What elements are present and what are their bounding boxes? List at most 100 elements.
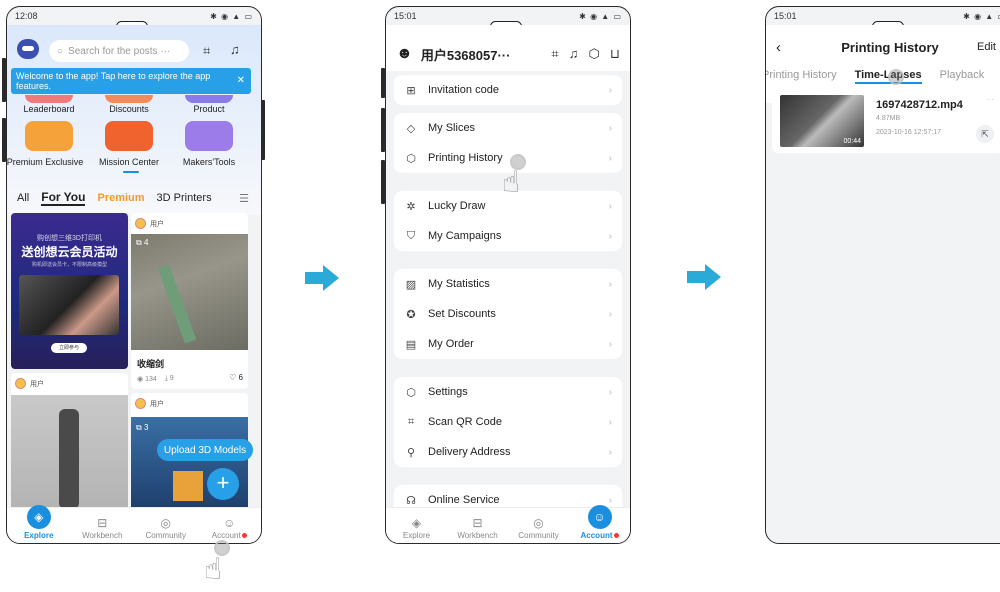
workbench-icon: ⊟	[97, 516, 108, 530]
bell-icon[interactable]: ♫	[569, 46, 579, 62]
post-card-2[interactable]: 用户	[11, 373, 128, 513]
nav-explore[interactable]: ◈ Explore	[386, 508, 447, 543]
menu-settings[interactable]: ⬡ Settings ›	[394, 377, 622, 407]
category-discounts[interactable]: Discounts	[89, 104, 169, 114]
nav-explore[interactable]: ◈ Explore	[7, 505, 71, 543]
category-mission-center[interactable]: Mission Center	[89, 157, 169, 167]
nav-workbench[interactable]: ⊟ Workbench	[71, 508, 135, 543]
arrow-right-icon	[305, 265, 339, 291]
menu-label: Delivery Address	[428, 446, 511, 458]
edit-button[interactable]: Edit	[977, 41, 996, 53]
menu-my-slices[interactable]: ◇ My Slices ›	[394, 113, 622, 143]
post-author: 用户	[135, 218, 164, 229]
upload-tooltip: Upload 3D Models	[157, 439, 253, 461]
nav-community[interactable]: ◎ Community	[508, 508, 569, 543]
tab-playback[interactable]: Playback	[940, 69, 985, 84]
category-leaderboard[interactable]: Leaderboard	[9, 104, 89, 114]
mission-center-icon[interactable]	[105, 121, 153, 151]
tab-3d-printers[interactable]: 3D Printers	[157, 192, 212, 204]
author-name: 用户	[150, 400, 164, 408]
pointing-hand-icon: ☝	[502, 166, 521, 199]
menu-my-statistics[interactable]: ▨ My Statistics ›	[394, 269, 622, 299]
nav-workbench[interactable]: ⊟ Workbench	[447, 508, 508, 543]
avatar	[135, 218, 146, 229]
views-icon: ◉ 134	[137, 376, 157, 383]
bell-icon[interactable]: ♫	[230, 42, 240, 57]
image-count-badge: ⧉ 4	[136, 238, 149, 247]
post-image: ⧉ 4	[131, 234, 248, 350]
chevron-right-icon: ›	[608, 386, 612, 398]
scan-icon[interactable]: ⌗	[551, 46, 558, 62]
more-icon[interactable]: ···	[986, 95, 994, 104]
menu-group-settings: ⬡ Settings › ⌗ Scan QR Code › ⚲ Delivery Addr…	[394, 377, 622, 467]
video-duration: 00:44	[843, 138, 861, 145]
nav-community[interactable]: ◎ Community	[134, 508, 198, 543]
pillar-model	[59, 409, 79, 509]
close-icon[interactable]: ✕	[237, 76, 245, 86]
pointing-hand-icon: ☝	[204, 553, 223, 586]
menu-invitation-code[interactable]: ⊞ Invitation code ›	[394, 75, 622, 105]
cart-icon[interactable]: ⊔	[610, 46, 620, 62]
image-count-badge: ⧉ 3	[136, 423, 149, 432]
location-icon: ⚲	[406, 446, 416, 459]
search-input[interactable]: ○ Search for the posts ···	[49, 40, 189, 62]
status-icons: ✱ ◉ ▲ ▭	[579, 11, 622, 21]
tab-for-you[interactable]: For You	[41, 190, 86, 206]
leaderboard-icon[interactable]	[25, 95, 73, 103]
promo-card[interactable]: 购创想三维3D打印机 送创想云会员活动 购机即送会员卡，不限制高级模型 立即参与	[11, 213, 128, 369]
menu-group-campaigns: ✲ Lucky Draw › ⛉ My Campaigns ›	[394, 191, 622, 251]
nav-label: Workbench	[82, 531, 123, 540]
upload-plus-button[interactable]: +	[207, 468, 239, 500]
menu-set-discounts[interactable]: ✪ Set Discounts ›	[394, 299, 622, 329]
like-icon[interactable]: ♡ 6	[229, 373, 243, 382]
category-product[interactable]: Product	[169, 104, 249, 114]
post-author: 用户	[135, 398, 164, 409]
menu-group-printing: ◇ My Slices › ⬡ Printing History ›	[394, 113, 622, 173]
post-card-1[interactable]: 用户 ⧉ 4 收缩剑 ◉ 134 ⤓ 9 ♡ 6	[131, 213, 248, 389]
tab-printing-history[interactable]: Printing History	[766, 69, 837, 84]
gift-icon: ⊞	[406, 84, 416, 97]
phone-account-screen: 15:01 ✱ ◉ ▲ ▭ ☻ 用户5368057··· ⌗ ♫ ⬡ ⊔ ⊞ In…	[385, 6, 631, 544]
page-title: Printing History	[841, 40, 939, 55]
discounts-icon[interactable]	[105, 95, 153, 103]
robot-avatar-icon[interactable]	[17, 39, 39, 59]
tab-premium[interactable]: Premium	[97, 192, 144, 204]
welcome-banner[interactable]: Welcome to the app! Tap here to explore …	[11, 68, 251, 94]
post-title: 收缩剑	[137, 359, 165, 369]
makers-tools-icon[interactable]	[185, 121, 233, 151]
phone-explore-screen: 12:08 ✱ ◉ ▲ ▭ ○ Search for the posts ···…	[6, 6, 262, 544]
discount-icon: ✪	[406, 308, 416, 321]
nav-label: Workbench	[457, 531, 498, 540]
phone-side-button	[261, 100, 265, 160]
chevron-right-icon: ›	[608, 494, 612, 506]
timelapse-file-card[interactable]: 00:44 1697428712.mp4 4.87MB 2023-10-16 1…	[772, 91, 1000, 153]
views-count: 134	[145, 376, 157, 383]
product-icon[interactable]	[185, 95, 233, 103]
category-premium-exclusive[interactable]: Premium Exclusive	[7, 157, 85, 167]
file-size: 4.87MB	[876, 115, 901, 122]
menu-icon[interactable]: ☰	[239, 192, 249, 205]
settings-hex-icon[interactable]: ⬡	[588, 46, 599, 62]
menu-label: Settings	[428, 386, 468, 398]
post-author: 用户	[15, 378, 44, 389]
nav-account[interactable]: ☺ Account	[198, 508, 262, 543]
chevron-right-icon: ›	[608, 152, 612, 164]
share-icon[interactable]: ⇱	[976, 125, 994, 143]
user-avatar-icon[interactable]: ☻	[396, 45, 413, 63]
promo-join-button[interactable]: 立即参与	[51, 343, 87, 353]
menu-my-order[interactable]: ▤ My Order ›	[394, 329, 622, 359]
account-icon: ☺	[223, 516, 236, 530]
scan-icon[interactable]: ⌗	[203, 43, 210, 59]
premium-exclusive-icon[interactable]	[25, 121, 73, 151]
category-makers-tools[interactable]: Makers'Tools	[169, 157, 249, 167]
menu-label: Set Discounts	[428, 308, 496, 320]
menu-scan-qr[interactable]: ⌗ Scan QR Code ›	[394, 407, 622, 437]
menu-my-campaigns[interactable]: ⛉ My Campaigns ›	[394, 221, 622, 251]
nav-account[interactable]: ☺ Account	[569, 505, 630, 543]
gear-icon: ⬡	[406, 386, 416, 399]
menu-delivery-address[interactable]: ⚲ Delivery Address ›	[394, 437, 622, 467]
chevron-right-icon: ›	[608, 308, 612, 320]
tab-all[interactable]: All	[17, 192, 29, 204]
sword-model	[157, 264, 197, 344]
video-thumbnail[interactable]: 00:44	[780, 95, 864, 147]
